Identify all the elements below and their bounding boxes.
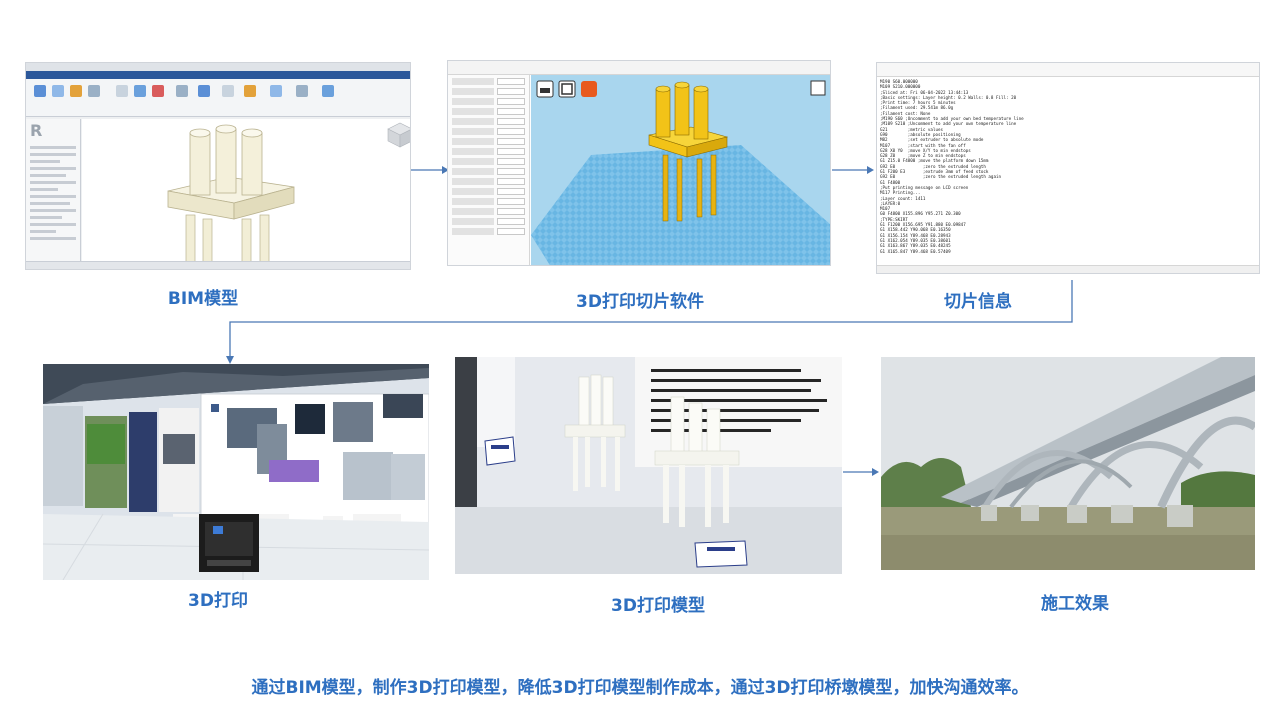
pier-model-drawing [167,122,410,263]
flow-arrow-2 [832,166,874,174]
3d-printing-photo [43,364,429,580]
caption-construction-effect: 施工效果 [1041,594,1109,614]
bridge-photo [881,357,1255,570]
caption-3d-printing: 3D打印 [188,591,248,611]
conclusion-text: 通过BIM模型，制作3D打印模型，降低3D打印模型制作成本，通过3D打印桥墩模型… [251,678,1029,698]
flow-arrow-connector [226,280,1073,364]
notepad-menubar [877,63,1259,77]
revit-project-browser: R [26,119,81,261]
gcode-text: M190 S60.000000 M109 S210.000000 ;Sliced a… [877,77,1259,265]
revit-titlebar [26,63,410,71]
caption-3d-printed-model: 3D打印模型 [611,596,705,616]
flow-arrow-3 [843,468,879,476]
slicer-settings-panel [448,75,530,265]
gcode-info-screenshot: M190 S60.000000 M109 S210.000000 ;Sliced a… [876,62,1260,274]
revit-3d-view [82,119,410,263]
slicer-scene-drawing [531,75,830,265]
flow-arrow-1 [411,166,449,174]
slicer-menubar [448,61,830,75]
gcode-line: G1 X165.847 Y89.468 E0.57409 [880,248,951,254]
3d-printed-model-photo [455,357,842,574]
construction-effect-photo [881,357,1255,570]
exhibition-hall-photo [43,364,429,580]
notepad-statusbar [877,265,1259,273]
revit-ribbon [26,71,410,117]
revit-statusbar [26,261,410,269]
slicer-software-screenshot [447,60,831,266]
printed-pier-photo [455,357,842,574]
slicer-3d-view [531,75,830,265]
bim-model-screenshot: R [25,62,411,270]
